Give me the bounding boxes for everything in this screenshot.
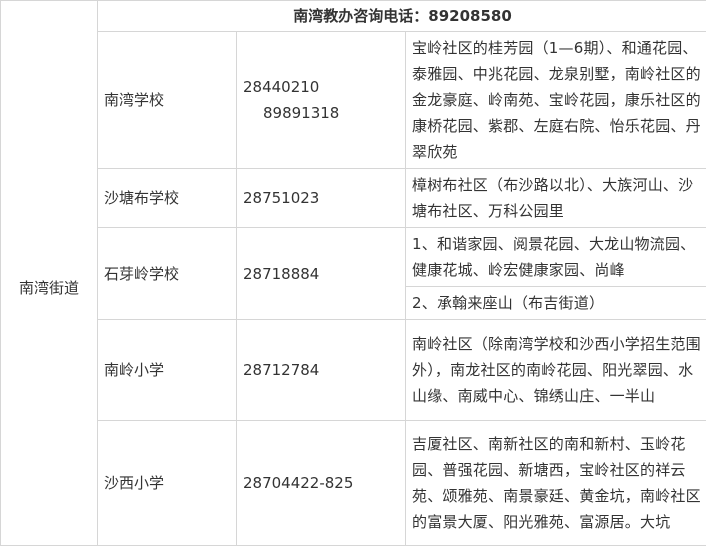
school-phone: 28751023 — [237, 169, 406, 228]
school-name: 南岭小学 — [98, 320, 237, 421]
header-row: 南湾教办咨询电话：89208580 — [1, 1, 706, 32]
enrollment-scope: 樟树布社区（布沙路以北）、大族河山、沙塘布社区、万科公园里 — [406, 169, 706, 228]
phone-number: 89891318 — [243, 100, 399, 126]
table-row: 石芽岭学校 28718884 1、和谐家园、阅景花园、大龙山物流园、健康花城、岭… — [1, 228, 706, 287]
enrollment-scope: 南岭社区（除南湾学校和沙西小学招生范围外），南龙社区的南岭花园、阳光翠园、水山缘… — [406, 320, 706, 421]
district-name: 南湾街道 — [1, 32, 98, 546]
enrollment-scope: 2、承翰来座山（布吉街道） — [406, 287, 706, 320]
school-phone: 28712784 — [237, 320, 406, 421]
school-name: 沙西小学 — [98, 421, 237, 546]
table-row: 南湾街道 南湾学校 28440210 89891318 宝岭社区的桂芳园（1—6… — [1, 32, 706, 169]
school-phone: 28704422-825 — [237, 421, 406, 546]
school-name: 石芽岭学校 — [98, 228, 237, 320]
enrollment-scope: 宝岭社区的桂芳园（1—6期）、和通花园、泰雅园、中兆花园、龙泉别墅，南岭社区的金… — [406, 32, 706, 169]
school-name: 南湾学校 — [98, 32, 237, 169]
phone-number: 28440210 — [243, 74, 399, 100]
enrollment-table: 南湾教办咨询电话：89208580 南湾街道 南湾学校 28440210 898… — [0, 0, 706, 546]
school-phone: 28718884 — [237, 228, 406, 320]
table-row: 沙塘布学校 28751023 樟树布社区（布沙路以北）、大族河山、沙塘布社区、万… — [1, 169, 706, 228]
consult-phone-title: 南湾教办咨询电话：89208580 — [98, 1, 706, 32]
school-phone: 28440210 89891318 — [237, 32, 406, 169]
table-row: 南岭小学 28712784 南岭社区（除南湾学校和沙西小学招生范围外），南龙社区… — [1, 320, 706, 421]
enrollment-scope: 1、和谐家园、阅景花园、大龙山物流园、健康花城、岭宏健康家园、尚峰 — [406, 228, 706, 287]
school-name: 沙塘布学校 — [98, 169, 237, 228]
enrollment-scope: 吉厦社区、南新社区的南和新村、玉岭花园、普强花园、新塘西，宝岭社区的祥云苑、颂雅… — [406, 421, 706, 546]
table-row: 沙西小学 28704422-825 吉厦社区、南新社区的南和新村、玉岭花园、普强… — [1, 421, 706, 546]
